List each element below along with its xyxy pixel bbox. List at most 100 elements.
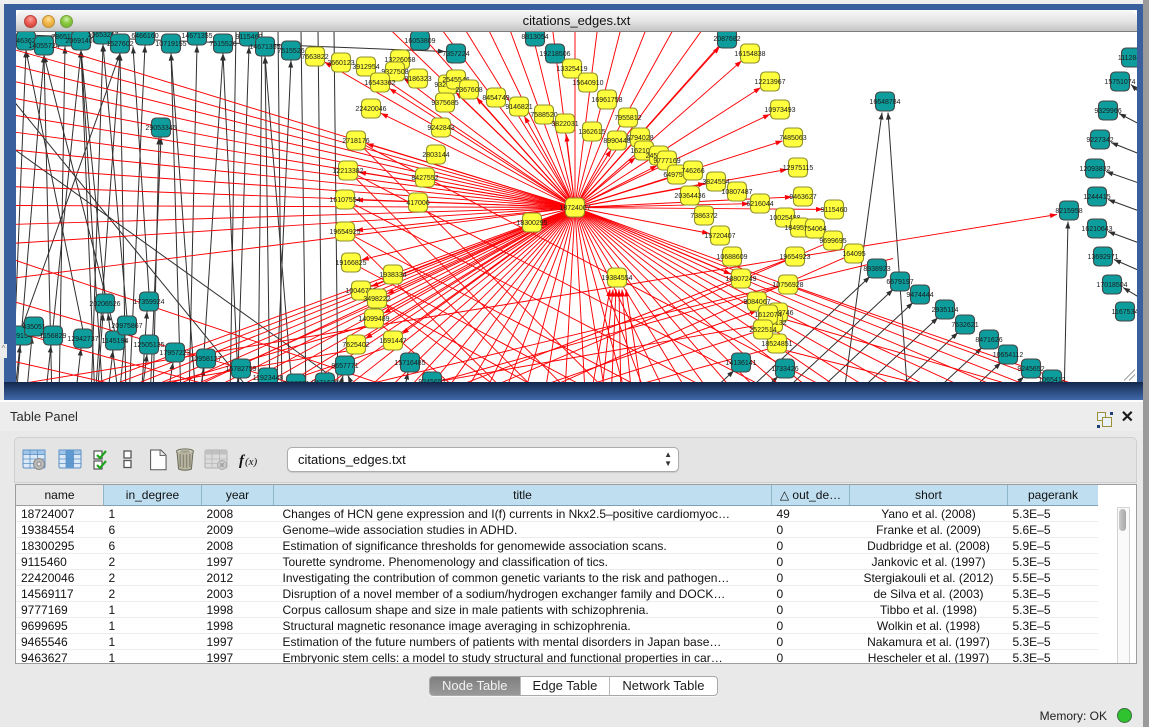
svg-text:1167534: 1167534 xyxy=(1112,309,1137,316)
svg-text:8938923: 8938923 xyxy=(863,266,890,273)
svg-text:9375685: 9375685 xyxy=(431,100,458,107)
svg-text:13692971: 13692971 xyxy=(1087,254,1118,261)
svg-text:16543362: 16543362 xyxy=(364,80,395,87)
svg-text:10973493: 10973493 xyxy=(764,107,795,114)
svg-text:1156829: 1156829 xyxy=(40,333,67,340)
svg-text:10756928: 10756928 xyxy=(772,282,803,289)
svg-text:1362615: 1362615 xyxy=(578,129,605,136)
svg-text:9245652: 9245652 xyxy=(1017,366,1044,373)
svg-text:2367608: 2367608 xyxy=(455,87,482,94)
svg-text:17957223: 17957223 xyxy=(159,350,190,357)
svg-text:1733426: 1733426 xyxy=(771,366,798,373)
svg-text:9115460: 9115460 xyxy=(821,207,848,214)
svg-text:6216044: 6216044 xyxy=(746,201,773,208)
svg-text:12093832: 12093832 xyxy=(1079,166,1110,173)
svg-text:10688609: 10688609 xyxy=(716,254,747,261)
svg-text:18724007: 18724007 xyxy=(559,205,590,212)
svg-text:3660123: 3660123 xyxy=(327,60,354,67)
svg-text:2935114: 2935114 xyxy=(932,307,959,314)
svg-text:754064: 754064 xyxy=(803,226,826,233)
svg-text:15640910: 15640910 xyxy=(572,80,603,87)
svg-text:7357224: 7357224 xyxy=(442,51,469,58)
svg-text:18300295: 18300295 xyxy=(516,220,547,227)
svg-text:19384554: 19384554 xyxy=(601,275,632,282)
svg-text:2522514: 2522514 xyxy=(749,327,776,334)
svg-text:17359924: 17359924 xyxy=(133,299,164,306)
svg-text:20206526: 20206526 xyxy=(89,301,120,308)
svg-text:164095: 164095 xyxy=(842,251,865,258)
svg-text:746266: 746266 xyxy=(681,168,704,175)
svg-text:10719155: 10719155 xyxy=(155,41,186,48)
svg-text:14099489: 14099489 xyxy=(358,316,389,323)
svg-text:14055724: 14055724 xyxy=(28,43,59,50)
svg-text:3498222: 3498222 xyxy=(363,296,390,303)
svg-text:6679197: 6679197 xyxy=(886,279,913,286)
svg-text:16210643: 16210643 xyxy=(1081,226,1112,233)
svg-text:8813054: 8813054 xyxy=(521,34,548,41)
svg-text:7485063: 7485063 xyxy=(779,135,806,142)
svg-text:16782759: 16782759 xyxy=(225,366,256,373)
svg-text:1112843: 1112843 xyxy=(1118,55,1137,62)
svg-text:19218506: 19218506 xyxy=(539,51,570,58)
svg-text:7588520: 7588520 xyxy=(530,112,557,119)
svg-text:7632621: 7632621 xyxy=(951,322,978,329)
svg-text:16154838: 16154838 xyxy=(734,51,765,58)
svg-text:1691447: 1691447 xyxy=(379,338,406,345)
svg-text:1527602: 1527602 xyxy=(106,41,133,48)
svg-text:9657771: 9657771 xyxy=(282,381,309,382)
svg-text:8186323: 8186323 xyxy=(404,76,431,83)
svg-text:14671355: 14671355 xyxy=(181,33,212,40)
svg-text:9146821: 9146821 xyxy=(505,104,532,111)
svg-text:19654923: 19654923 xyxy=(779,254,810,261)
svg-text:2718176: 2718176 xyxy=(342,138,369,145)
svg-text:10654112: 10654112 xyxy=(993,352,1024,359)
svg-text:15720407: 15720407 xyxy=(704,233,735,240)
svg-text:15716485: 15716485 xyxy=(394,360,425,367)
svg-text:29053346: 29053346 xyxy=(145,125,176,132)
svg-text:1244415: 1244415 xyxy=(1083,194,1110,201)
svg-text:15751074: 15751074 xyxy=(1104,79,1135,86)
svg-text:1145194: 1145194 xyxy=(102,338,129,345)
svg-text:12505135: 12505135 xyxy=(133,342,164,349)
svg-text:8471626: 8471626 xyxy=(311,380,338,382)
svg-text:18524851: 18524851 xyxy=(761,341,792,348)
svg-text:14136141: 14136141 xyxy=(725,360,756,367)
svg-text:9245652: 9245652 xyxy=(418,379,445,382)
svg-text:12942737: 12942737 xyxy=(67,336,98,343)
svg-text:22420046: 22420046 xyxy=(355,106,386,113)
svg-text:3912954: 3912954 xyxy=(352,64,379,71)
svg-text:10807487: 10807487 xyxy=(721,189,752,196)
svg-text:9463627: 9463627 xyxy=(789,194,816,201)
svg-text:18807249: 18807249 xyxy=(725,276,756,283)
svg-text:16648784: 16648784 xyxy=(869,99,900,106)
svg-text:8471626: 8471626 xyxy=(975,337,1002,344)
svg-text:9777169: 9777169 xyxy=(653,158,680,165)
svg-text:1065412: 1065412 xyxy=(1038,377,1065,382)
svg-text:20975867: 20975867 xyxy=(111,323,142,330)
svg-text:7386372: 7386372 xyxy=(690,213,717,220)
svg-text:8427552: 8427552 xyxy=(411,175,438,182)
svg-text:12213382: 12213382 xyxy=(332,168,363,175)
svg-text:2087682: 2087682 xyxy=(713,36,740,43)
svg-text:9699695: 9699695 xyxy=(819,238,846,245)
svg-text:9657771: 9657771 xyxy=(331,363,358,370)
svg-text:9474444: 9474444 xyxy=(906,292,933,299)
svg-text:1612074: 1612074 xyxy=(754,312,781,319)
svg-text:13325419: 13325419 xyxy=(556,66,587,73)
svg-text:7955812: 7955812 xyxy=(614,115,641,122)
svg-text:19654925: 19654925 xyxy=(329,229,360,236)
svg-text:7663822: 7663822 xyxy=(301,54,328,61)
svg-text:8454749: 8454749 xyxy=(482,95,509,102)
svg-text:7515526: 7515526 xyxy=(209,41,236,48)
svg-text:16107554: 16107554 xyxy=(329,197,360,204)
svg-text:(x): (x) xyxy=(245,456,258,468)
svg-text:3824554: 3824554 xyxy=(702,179,729,186)
svg-text:11923448: 11923448 xyxy=(253,375,284,382)
svg-text:6466160: 6466160 xyxy=(131,33,158,40)
svg-text:16053809: 16053809 xyxy=(404,38,435,45)
svg-text:20691406: 20691406 xyxy=(65,38,96,45)
svg-text:2803144: 2803144 xyxy=(422,152,449,159)
svg-text:1938334: 1938334 xyxy=(379,272,406,279)
svg-text:9242843: 9242843 xyxy=(427,125,454,132)
svg-text:9329966: 9329966 xyxy=(1094,108,1121,115)
